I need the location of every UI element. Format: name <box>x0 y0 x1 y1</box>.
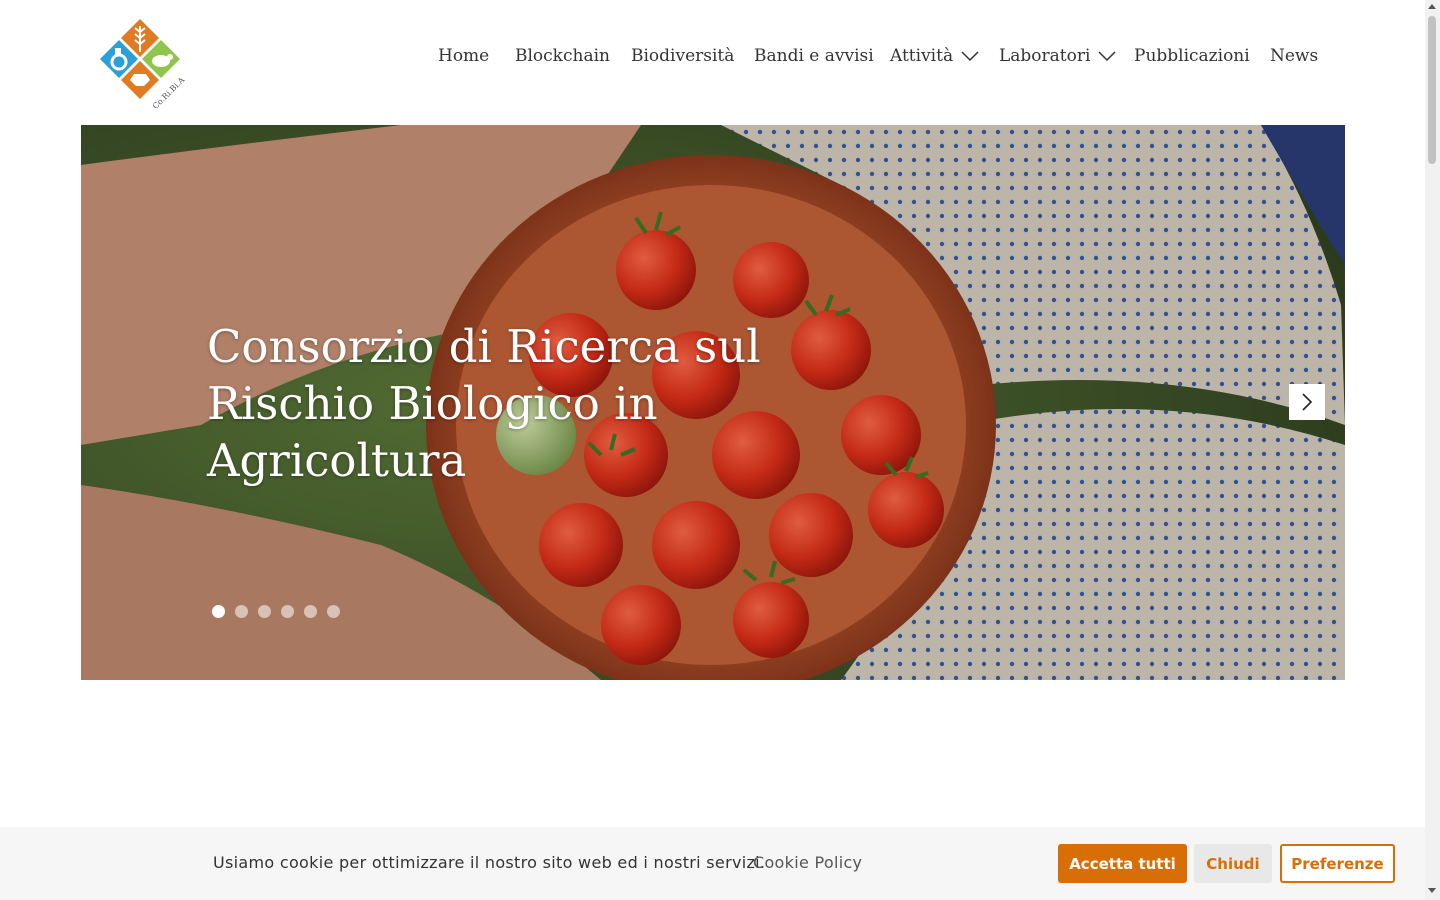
cookie-banner: Usiamo cookie per ottimizzare il nostro … <box>0 827 1425 900</box>
hero-title: Consorzio di Ricerca sul Rischio Biologi… <box>207 320 761 487</box>
nav-item-pubblicazioni[interactable]: Pubblicazioni <box>1134 46 1270 66</box>
nav-item-bandi-e-avvisi[interactable]: Bandi e avvisi <box>754 46 890 66</box>
nav-item-home[interactable]: Home <box>438 46 515 66</box>
nav-item-laboratori[interactable]: Laboratori <box>999 46 1134 66</box>
site-logo[interactable]: Co.Ri.Bi.A <box>98 16 190 111</box>
page-scrollbar[interactable] <box>1425 0 1440 900</box>
slider-dot-1[interactable] <box>212 605 225 618</box>
hero-slider: Consorzio di Ricerca sul Rischio Biologi… <box>81 125 1345 680</box>
chevron-right-icon <box>1302 393 1313 411</box>
nav-item-label: News <box>1270 46 1319 66</box>
close-button[interactable]: Chiudi <box>1194 844 1272 883</box>
slider-dot-2[interactable] <box>235 605 248 618</box>
preferences-button[interactable]: Preferenze <box>1280 844 1395 883</box>
nav-item-label: Bandi e avvisi <box>754 46 874 66</box>
chevron-down-icon <box>1098 51 1116 62</box>
slider-dot-3[interactable] <box>258 605 271 618</box>
main-nav: Home Blockchain Biodiversità Bandi e avv… <box>438 42 1318 70</box>
site-header: Co.Ri.Bi.A Home Blockchain Biodiversità … <box>0 0 1425 125</box>
nav-item-label: Laboratori <box>999 46 1091 66</box>
nav-item-biodiversita[interactable]: Biodiversità <box>631 46 754 66</box>
scroll-down-arrow-icon[interactable] <box>1428 888 1436 893</box>
slider-dot-5[interactable] <box>304 605 317 618</box>
slider-dot-6[interactable] <box>327 605 340 618</box>
nav-item-news[interactable]: News <box>1270 46 1318 66</box>
nav-item-blockchain[interactable]: Blockchain <box>515 46 631 66</box>
nav-item-label: Biodiversità <box>631 46 735 66</box>
scroll-up-arrow-icon[interactable] <box>1428 4 1436 9</box>
nav-item-label: Blockchain <box>515 46 610 66</box>
chevron-down-icon <box>961 51 979 62</box>
logo-mark: Co.Ri.Bi.A <box>100 19 186 111</box>
nav-item-attivita[interactable]: Attività <box>890 46 999 66</box>
slider-dot-4[interactable] <box>281 605 294 618</box>
nav-item-label: Attività <box>890 46 954 66</box>
cookie-message: Usiamo cookie per ottimizzare il nostro … <box>213 853 766 872</box>
slider-next-button[interactable] <box>1289 384 1325 420</box>
cookie-policy-link[interactable]: Cookie Policy <box>753 853 862 872</box>
accept-all-button[interactable]: Accetta tutti <box>1058 844 1187 883</box>
scrollbar-thumb[interactable] <box>1428 16 1436 164</box>
slider-dots <box>212 605 350 618</box>
nav-item-label: Pubblicazioni <box>1134 46 1250 66</box>
nav-item-label: Home <box>438 46 490 66</box>
